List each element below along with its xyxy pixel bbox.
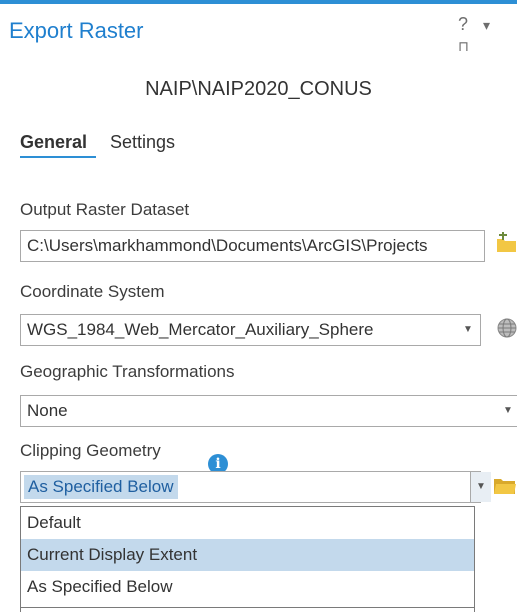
menu-chevron-icon[interactable]: ▾: [483, 17, 490, 33]
pin-icon[interactable]: ⊓: [458, 38, 469, 54]
coordinate-system-value: WGS_1984_Web_Mercator_Auxiliary_Sphere: [27, 320, 374, 339]
help-icon[interactable]: ?: [458, 14, 468, 34]
output-raster-label: Output Raster Dataset: [20, 200, 190, 219]
layer-name: NAIP\NAIP2020_CONUS: [145, 78, 372, 100]
folder-icon[interactable]: [493, 476, 517, 501]
geo-transform-value: None: [27, 401, 68, 420]
chevron-down-icon: ▼: [503, 405, 513, 416]
folder-add-icon[interactable]: [496, 232, 517, 259]
window-accent-bar: [0, 0, 517, 4]
output-raster-input[interactable]: C:\Users\markhammond\Documents\ArcGIS\Pr…: [20, 230, 485, 262]
geo-transform-select[interactable]: None ▼: [20, 395, 517, 427]
active-tab-indicator: [20, 156, 96, 158]
geo-transform-label: Geographic Transformations: [20, 362, 235, 381]
clipping-geometry-select[interactable]: As Specified Below ▼: [20, 471, 491, 503]
coordinate-system-label: Coordinate System: [20, 282, 165, 301]
list-divider: [21, 607, 474, 608]
pane-title: Export Raster: [9, 18, 144, 43]
list-item-as-specified-below[interactable]: As Specified Below: [21, 571, 474, 603]
tab-general[interactable]: General: [20, 132, 87, 153]
globe-icon[interactable]: [497, 318, 517, 343]
clipping-geometry-label: Clipping Geometry: [20, 441, 161, 460]
title-controls: ? ▾ ⊓: [458, 14, 517, 56]
chevron-down-icon[interactable]: ▼: [470, 472, 491, 502]
list-item-current-display-extent[interactable]: Current Display Extent: [21, 539, 474, 571]
coordinate-system-select[interactable]: WGS_1984_Web_Mercator_Auxiliary_Sphere ▼: [20, 314, 481, 346]
tab-settings[interactable]: Settings: [110, 132, 175, 153]
clipping-options-list: Default Current Display Extent As Specif…: [20, 506, 475, 612]
clipping-geometry-value: As Specified Below: [24, 475, 178, 499]
chevron-down-icon: ▼: [463, 324, 473, 335]
list-item-default[interactable]: Default: [21, 507, 474, 539]
